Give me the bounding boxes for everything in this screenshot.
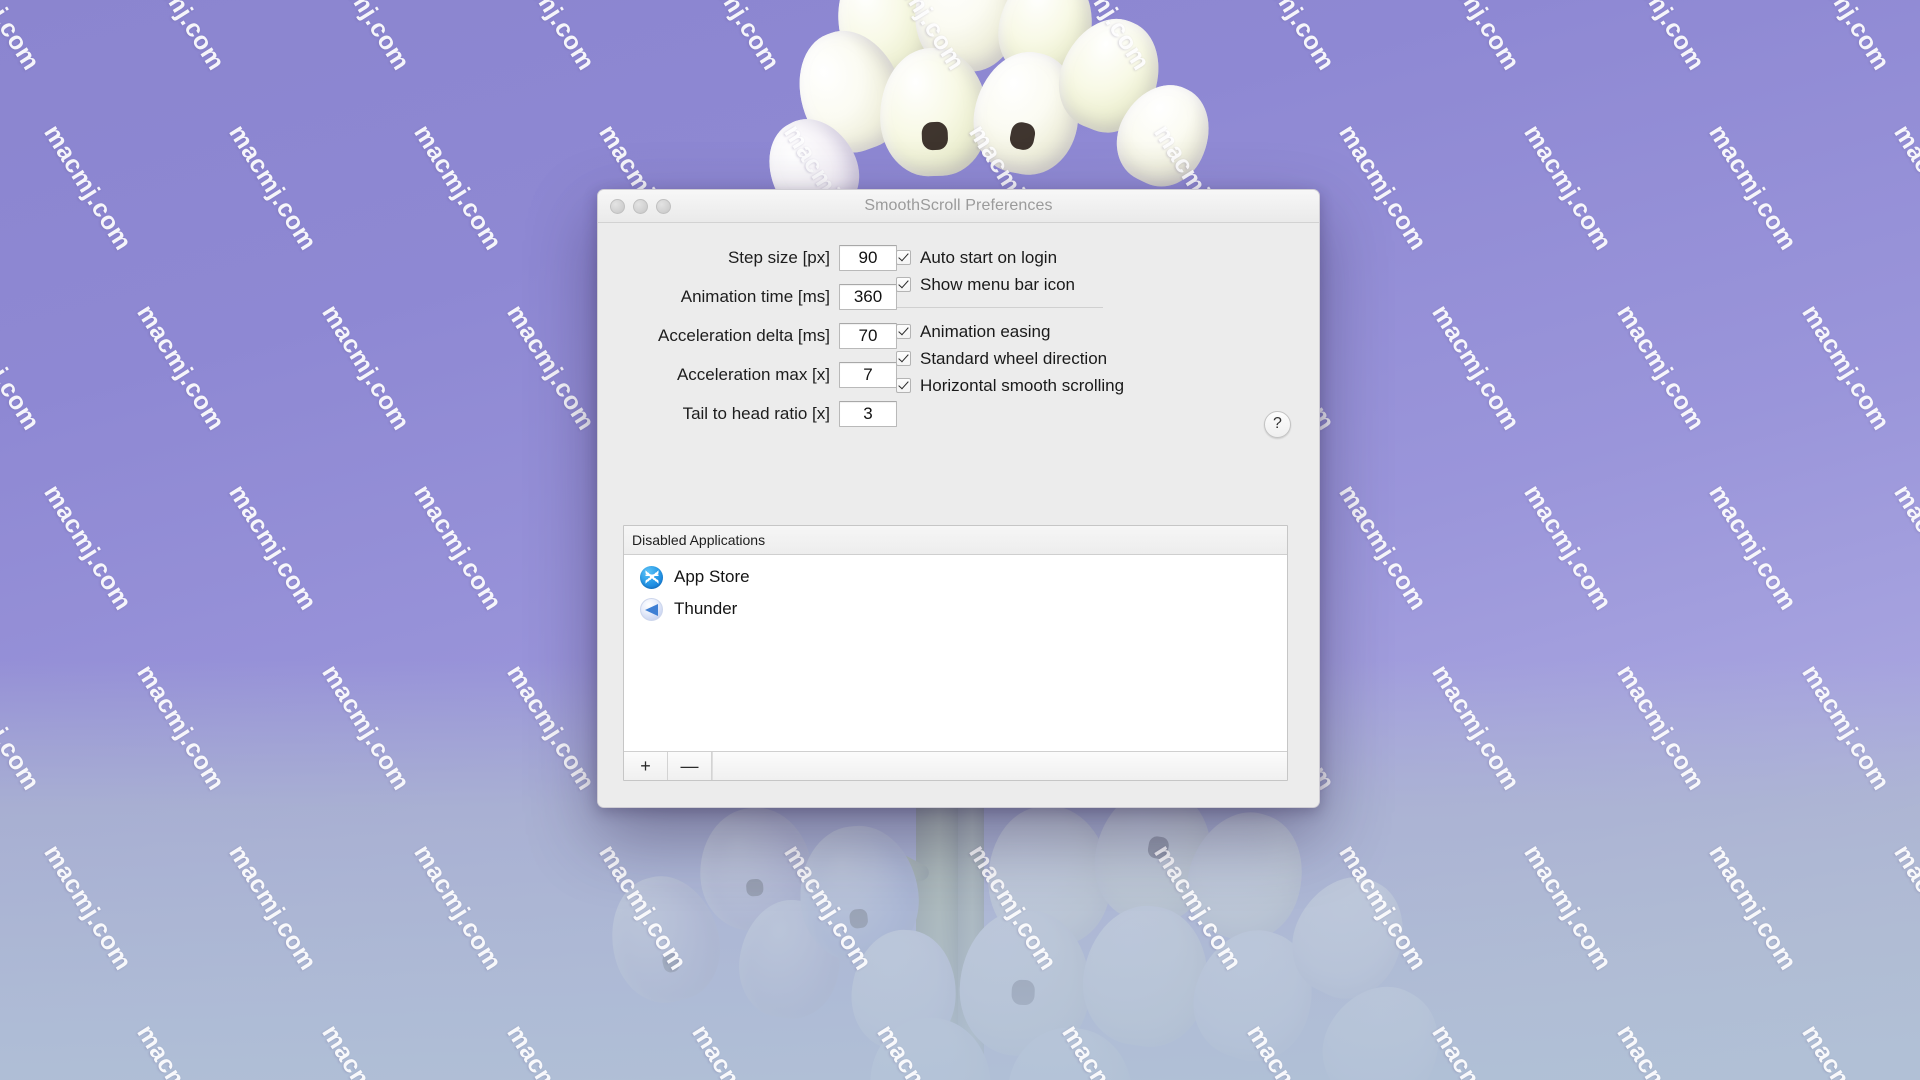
watermark-text: macmj.com [1796, 300, 1896, 436]
help-button[interactable]: ? [1264, 411, 1291, 438]
checkmark-icon[interactable] [896, 378, 911, 393]
input-step-size[interactable]: 90 [839, 245, 897, 271]
checkbox-label-animation-easing: Animation easing [920, 321, 1051, 341]
watermark-text: macmj.com [1426, 300, 1526, 436]
checkbox-label-horizontal-smooth-scrolling: Horizontal smooth scrolling [920, 375, 1125, 395]
watermark-text: macmj.com [0, 0, 46, 76]
disabled-applications-header: Disabled Applications [624, 526, 1287, 555]
thunder-icon [640, 597, 663, 621]
checkmark-icon[interactable] [896, 324, 911, 339]
field-row-tail-to-head-ratio: Tail to head ratio [x] 3 [598, 400, 897, 428]
checkbox-label-standard-wheel-direction: Standard wheel direction [920, 348, 1108, 368]
list-item[interactable]: Thunder [624, 593, 1287, 625]
watermark-text: macmj.com [1888, 120, 1920, 256]
checkbox-horizontal-smooth-scrolling[interactable]: Horizontal smooth scrolling [896, 372, 1276, 399]
field-row-acceleration-max: Acceleration max [x] 7 [598, 361, 897, 389]
options-checkbox-group: Auto start on login Show menu bar icon A… [896, 244, 1276, 399]
window-title: SmoothScroll Preferences [864, 197, 1053, 214]
label-animation-time: Animation time [ms] [680, 287, 830, 306]
watermark-text: macmj.com [0, 300, 46, 436]
checkbox-label-show-menu-bar-icon: Show menu bar icon [920, 274, 1075, 294]
label-step-size: Step size [px] [727, 248, 830, 267]
watermark-text: macmj.com [316, 0, 416, 76]
watermark-text: macmj.com [1333, 120, 1433, 256]
list-item[interactable]: App Store [624, 561, 1287, 593]
watermark-text: macmj.com [38, 120, 138, 256]
desktop: macmj.com macmj.com macmj.com macmj.com macm… [0, 0, 1920, 1080]
watermark-text: macmj.com [408, 480, 508, 616]
window-titlebar[interactable]: SmoothScroll Preferences [598, 190, 1319, 223]
disabled-applications-list[interactable]: App Store Thunder [624, 555, 1287, 751]
label-tail-to-head-ratio: Tail to head ratio [x] [682, 404, 830, 423]
watermark-text: macmj.com [316, 300, 416, 436]
checkbox-show-menu-bar-icon[interactable]: Show menu bar icon [896, 271, 1276, 298]
watermark-text: macmj.com [1703, 480, 1803, 616]
input-animation-time[interactable]: 360 [839, 284, 897, 310]
input-acceleration-max[interactable]: 7 [839, 362, 897, 388]
remove-application-button[interactable]: — [668, 752, 712, 780]
checkbox-label-auto-start-on-login: Auto start on login [920, 247, 1058, 267]
watermark-text: macmj.com [1796, 0, 1896, 76]
watermark-text: macmj.com [1333, 480, 1433, 616]
watermark-text: macmj.com [131, 0, 231, 76]
watermark-text: macmj.com [131, 300, 231, 436]
checkbox-group-divider [897, 307, 1103, 308]
label-acceleration-delta: Acceleration delta [ms] [658, 326, 830, 345]
smoothscroll-preferences-window: SmoothScroll Preferences Step size [px] … [597, 189, 1320, 808]
input-tail-to-head-ratio[interactable]: 3 [839, 401, 897, 427]
watermark-text: macmj.com [1518, 480, 1618, 616]
label-acceleration-max: Acceleration max [x] [676, 365, 830, 384]
checkbox-animation-easing[interactable]: Animation easing [896, 318, 1276, 345]
watermark-text: macmj.com [1703, 120, 1803, 256]
watermark-text: macmj.com [1241, 0, 1341, 76]
watermark-text: macmj.com [1056, 0, 1156, 76]
input-acceleration-delta[interactable]: 70 [839, 323, 897, 349]
watermark-text: macmj.com [1888, 480, 1920, 616]
window-content: Step size [px] 90 Animation time [ms] 36… [598, 223, 1319, 807]
field-row-animation-time: Animation time [ms] 360 [598, 283, 897, 311]
watermark-text: macmj.com [408, 120, 508, 256]
watermark-text: macmj.com [1611, 300, 1711, 436]
watermark-text: macmj.com [686, 0, 786, 76]
watermark-text: macmj.com [1426, 0, 1526, 76]
field-row-step-size: Step size [px] 90 [598, 244, 897, 272]
list-item-label: App Store [674, 567, 750, 586]
checkmark-icon[interactable] [896, 351, 911, 366]
watermark-text: macmj.com [501, 0, 601, 76]
add-application-button[interactable]: + [624, 752, 668, 780]
checkmark-icon[interactable] [896, 277, 911, 292]
list-toolbar-spacer [712, 752, 1287, 780]
list-item-label: Thunder [674, 599, 738, 618]
list-toolbar: + — [624, 751, 1287, 780]
watermark-text: macmj.com [223, 120, 323, 256]
app-store-icon [640, 565, 663, 589]
watermark-text: macmj.com [501, 300, 601, 436]
disabled-applications-panel: Disabled Applications App Store Thunder … [623, 525, 1288, 781]
watermark-text: macmj.com [871, 0, 971, 76]
checkmark-icon[interactable] [896, 250, 911, 265]
watermark-text: macmj.com [1611, 0, 1711, 76]
checkbox-auto-start-on-login[interactable]: Auto start on login [896, 244, 1276, 271]
checkbox-standard-wheel-direction[interactable]: Standard wheel direction [896, 345, 1276, 372]
watermark-text: macmj.com [38, 480, 138, 616]
watermark-text: macmj.com [223, 480, 323, 616]
field-row-acceleration-delta: Acceleration delta [ms] 70 [598, 322, 897, 350]
watermark-text: macmj.com [1518, 120, 1618, 256]
